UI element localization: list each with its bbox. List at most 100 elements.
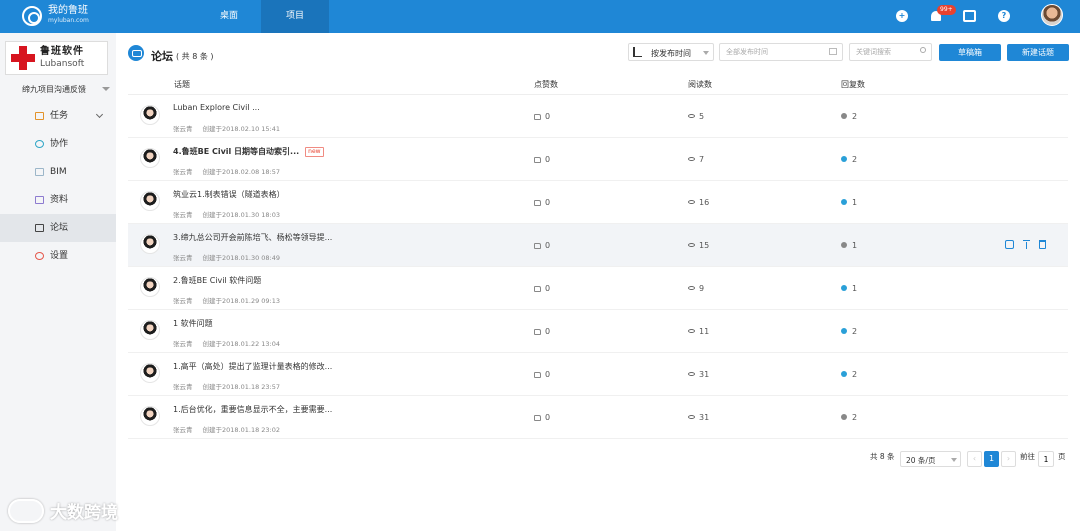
new-topic-button[interactable]: 新建话题 <box>1007 44 1069 61</box>
main-content: 论坛 ( 共 8 条 ) 按发布时间 草稿箱 新建话题 话题 点赞数 阅读数 回… <box>116 33 1080 531</box>
goto-page-input[interactable] <box>1038 451 1054 467</box>
trash-icon[interactable] <box>1039 240 1046 249</box>
page-size-select[interactable]: 20 条/页 <box>900 451 961 467</box>
sort-select[interactable]: 按发布时间 <box>628 43 714 61</box>
topic-title: 1 软件问题 <box>173 319 213 328</box>
sidebar-item-label: 资料 <box>50 195 69 205</box>
topic-date: 创建于2018.01.18 23:02 <box>202 426 281 434</box>
reply-status-dot <box>841 113 847 119</box>
topic-title: 2.鲁班BE Civil 软件问题 <box>173 276 262 285</box>
brand-name-cn: 鲁班软件 <box>40 46 84 57</box>
draft-box-button[interactable]: 草稿箱 <box>939 44 1001 61</box>
eye-icon <box>688 415 695 419</box>
topic-author: 张云青 <box>173 340 193 348</box>
eye-icon <box>688 286 695 290</box>
topic-title-link[interactable]: 3.缔九总公司开会前陈培飞、杨松等领导提... <box>173 232 332 243</box>
read-count: 16 <box>688 198 709 207</box>
topic-title: 1.后台优化，重要信息显示不全，主要需要... <box>173 405 333 414</box>
brand-name-en: Lubansoft <box>40 59 85 69</box>
chevron-down-icon <box>703 51 709 55</box>
table-row[interactable]: 1 软件问题 张云青 创建于2018.01.22 13:04 0 11 2 <box>128 310 1068 353</box>
app-subtitle: myluban.com <box>48 17 89 24</box>
watermark-logo-icon <box>8 498 44 523</box>
table-row[interactable]: 1.后台优化，重要信息显示不全，主要需要... 张云青 创建于2018.01.18 … <box>128 396 1068 439</box>
topic-title: 4.鲁班BE Civil 日期等自动索引... <box>173 147 300 156</box>
thumbs-up-icon <box>534 200 541 206</box>
read-count: 5 <box>688 112 704 121</box>
project-selector[interactable]: 缔九项目沟通反馈 <box>22 84 86 95</box>
table-row[interactable]: 4.鲁班BE Civil 日期等自动索引... new 张云青 创建于2018.02.… <box>128 138 1068 181</box>
data-icon <box>35 196 44 204</box>
sidebar-item-label: 协作 <box>50 139 69 149</box>
help-icon[interactable]: ? <box>998 10 1010 22</box>
thumbs-up-icon <box>534 329 541 335</box>
calendar-icon[interactable] <box>963 10 976 22</box>
sidebar-item-task[interactable]: 任务 <box>0 102 116 130</box>
like-action-icon[interactable] <box>1005 240 1014 249</box>
topic-author: 张云青 <box>173 297 193 305</box>
sort-label: 按发布时间 <box>651 49 691 58</box>
app-logo[interactable]: 我的鲁班 myluban.com <box>22 6 89 26</box>
table-row[interactable]: 筑业云1.制表错误（隧道表格） 张云青 创建于2018.01.30 18:03 0 16… <box>128 181 1068 224</box>
reply-count: 2 <box>841 370 857 379</box>
chevron-down-icon[interactable] <box>102 87 110 91</box>
luban-logo-icon <box>22 6 42 26</box>
thumbs-up-icon <box>534 243 541 249</box>
table-row[interactable]: 1.高平（高处）提出了监理计量表格的修改... 张云青 创建于2018.01.18 … <box>128 353 1068 396</box>
read-count: 7 <box>688 155 704 164</box>
read-count: 31 <box>688 413 709 422</box>
sidebar-item-label: 任务 <box>50 111 69 121</box>
reply-count: 1 <box>841 241 857 250</box>
read-count: 11 <box>688 327 709 336</box>
topic-title-link[interactable]: 2.鲁班BE Civil 软件问题 <box>173 275 261 286</box>
eye-icon <box>688 329 695 333</box>
author-avatar <box>140 191 160 211</box>
topic-author: 张云青 <box>173 426 193 434</box>
plus-icon[interactable]: + <box>896 10 908 22</box>
reply-status-dot <box>841 414 847 420</box>
sidebar-item-forum[interactable]: 论坛 <box>0 214 116 242</box>
tab-desktop[interactable]: 桌面 <box>195 0 263 33</box>
topic-title-link[interactable]: Luban Explore Civil ... <box>173 103 260 112</box>
user-avatar[interactable] <box>1041 4 1063 26</box>
topic-date: 创建于2018.01.22 13:04 <box>202 340 281 348</box>
like-count: 0 <box>534 413 550 422</box>
topic-date: 创建于2018.02.08 18:57 <box>202 168 281 176</box>
thumbs-up-icon <box>534 157 541 163</box>
eye-icon <box>688 243 695 247</box>
sidebar-item-collab[interactable]: 协作 <box>0 130 116 158</box>
collab-icon <box>35 140 44 148</box>
topic-title-link[interactable]: 4.鲁班BE Civil 日期等自动索引... new <box>173 146 324 157</box>
table-row[interactable]: 2.鲁班BE Civil 软件问题 张云青 创建于2018.01.29 09:13 0… <box>128 267 1068 310</box>
sidebar-item-bim[interactable]: BIM <box>0 158 116 186</box>
sidebar-item-data[interactable]: 资料 <box>0 186 116 214</box>
author-avatar <box>140 148 160 168</box>
topic-title-link[interactable]: 1.高平（高处）提出了监理计量表格的修改... <box>173 361 332 372</box>
reply-count: 2 <box>841 112 857 121</box>
topic-date: 创建于2018.01.18 23:57 <box>202 383 281 391</box>
next-page-button[interactable]: › <box>1001 451 1016 467</box>
like-count: 0 <box>534 198 550 207</box>
sidebar-item-label: 论坛 <box>50 223 69 233</box>
column-likes: 点赞数 <box>534 80 558 89</box>
keyword-search-input[interactable] <box>849 43 932 61</box>
topic-title-link[interactable]: 筑业云1.制表错误（隧道表格） <box>173 189 285 200</box>
like-count: 0 <box>534 284 550 293</box>
like-count: 0 <box>534 241 550 250</box>
prev-page-button[interactable]: ‹ <box>967 451 982 467</box>
table-row[interactable]: Luban Explore Civil ... 张云青 创建于2018.02.10 … <box>128 95 1068 138</box>
author-avatar <box>140 277 160 297</box>
topic-title-link[interactable]: 1 软件问题 <box>173 318 213 329</box>
reply-status-dot <box>841 156 847 162</box>
publish-date-input[interactable] <box>719 43 843 61</box>
tab-project[interactable]: 项目 <box>261 0 329 33</box>
thumbs-up-icon <box>534 114 541 120</box>
pin-top-icon[interactable] <box>1022 240 1031 249</box>
topic-title-link[interactable]: 1.后台优化，重要信息显示不全，主要需要... <box>173 404 332 415</box>
column-replies: 回复数 <box>841 80 865 89</box>
page-suffix: 页 <box>1058 452 1066 461</box>
table-row[interactable]: 3.缔九总公司开会前陈培飞、杨松等领导提... 张云青 创建于2018.01.30 … <box>128 224 1068 267</box>
chevron-down-icon <box>951 458 957 462</box>
sidebar-item-settings[interactable]: 设置 <box>0 242 116 270</box>
page-1-button[interactable]: 1 <box>984 451 999 467</box>
